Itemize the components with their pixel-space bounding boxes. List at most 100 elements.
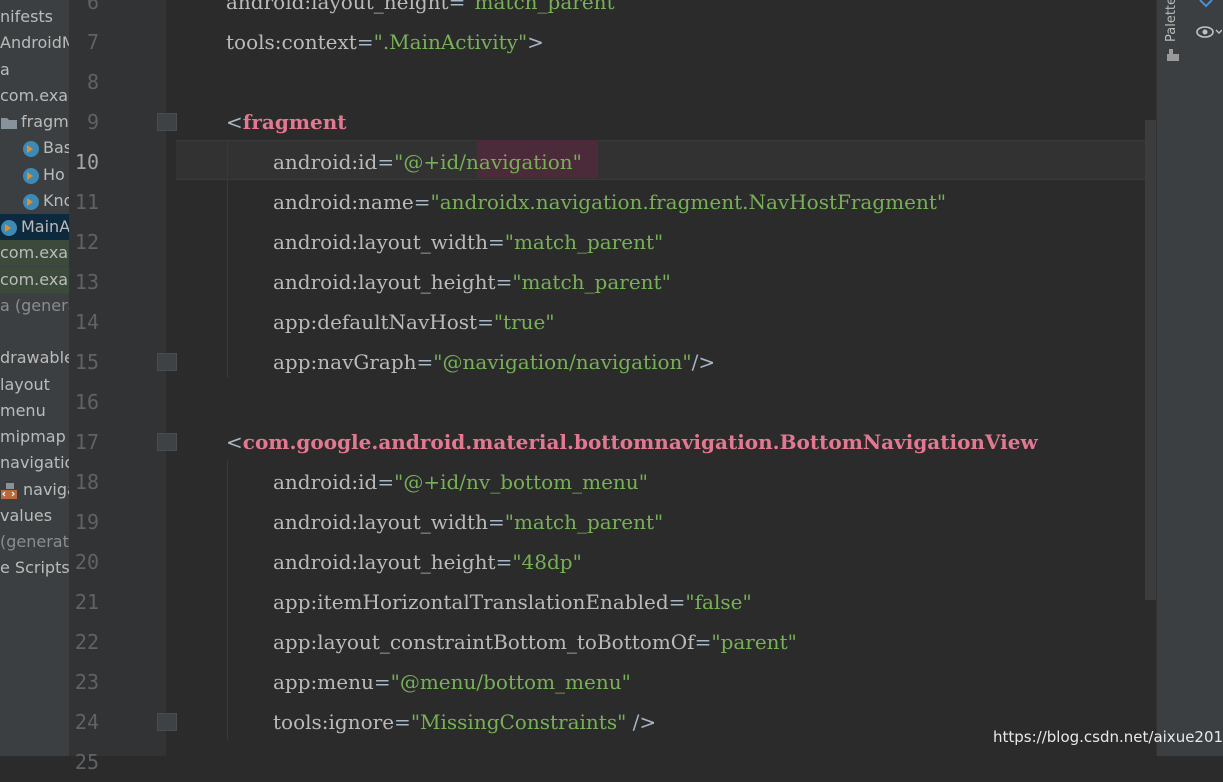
code-line-6[interactable]: android:layout_height="match_parent" [226, 0, 624, 22]
tree-item-fragment-folder[interactable]: fragme [0, 109, 69, 135]
tree-item-label: layout [0, 375, 50, 394]
tree-item-manifests[interactable]: nifests [0, 4, 53, 30]
editor-scrollbar[interactable] [1145, 120, 1156, 600]
code-line-10[interactable]: android:id="@+id/navigation" [273, 142, 582, 182]
navigation-graph-icon [1, 482, 17, 499]
kotlin-class-icon [23, 140, 39, 157]
code-line-21[interactable]: app:itemHorizontalTranslationEnabled="fa… [273, 582, 752, 622]
tree-item-navigation[interactable]: navigatio [0, 450, 69, 476]
design-toolbar[interactable] [1186, 0, 1223, 756]
tree-item-navigation-xml[interactable]: naviga [0, 477, 69, 503]
tree-item-gradle-scripts[interactable]: e Scripts [0, 555, 69, 581]
code-attr: android:layout_height [273, 550, 496, 574]
code-attr: android:layout_height [273, 270, 496, 294]
tree-item-mipmap[interactable]: mipmap [0, 424, 66, 450]
eye-icon[interactable] [1196, 24, 1222, 40]
line-number: 23 [74, 670, 99, 694]
tree-item-menu[interactable]: menu [0, 398, 46, 424]
line-number: 6 [86, 0, 99, 14]
tree-item-label: fragme [21, 112, 69, 131]
indent-guide [227, 140, 228, 378]
watermark-url: https://blog.csdn.net/aixue2017 [993, 728, 1223, 746]
code-attr: tools:context [226, 30, 357, 54]
kotlin-class-icon [23, 193, 39, 210]
code-value-highlighted: navigation [466, 150, 573, 174]
tree-item-package[interactable]: com.exan [0, 83, 69, 109]
kotlin-class-icon [23, 167, 39, 184]
line-number: 22 [74, 630, 99, 654]
code-line-18[interactable]: android:id="@+id/nv_bottom_menu" [273, 462, 648, 502]
palette-tab-label[interactable]: Palette [1164, 0, 1179, 42]
code-line-23[interactable]: app:menu="@menu/bottom_menu" [273, 662, 631, 702]
code-value: match_parent [521, 270, 662, 294]
tree-item-java[interactable]: a [0, 57, 10, 83]
tree-item-values[interactable]: values [0, 503, 52, 529]
code-value: .MainActivity [382, 30, 518, 54]
code-line-19[interactable]: android:layout_width="match_parent" [273, 502, 663, 542]
fold-marker-15[interactable] [157, 353, 177, 371]
code-attr: app:layout_constraintBottom_toBottomOf [273, 630, 695, 654]
fold-marker-17[interactable] [157, 433, 177, 451]
fold-marker-9[interactable] [157, 113, 177, 131]
code-line-15[interactable]: app:navGraph="@navigation/navigation"/> [273, 342, 715, 382]
code-value: @+id/nv_bottom_menu [403, 470, 639, 494]
line-number: 14 [74, 310, 99, 334]
tree-item-res-generated[interactable]: (generate [0, 529, 69, 555]
tree-item-label: Kno [43, 191, 69, 210]
tree-item-layout[interactable]: layout [0, 372, 50, 398]
line-number: 21 [74, 590, 99, 614]
tree-item-homefragment[interactable]: Ho [22, 162, 65, 188]
code-suffix: > [527, 30, 544, 54]
palette-icon [1167, 49, 1179, 61]
palette-tool-strip[interactable] [1156, 0, 1187, 756]
code-value: false [694, 590, 743, 614]
line-number: 12 [74, 230, 99, 254]
tree-item-mainactivity[interactable]: MainA [0, 214, 69, 240]
tree-item-package-test[interactable]: com.exan [0, 267, 69, 293]
line-number: 7 [86, 30, 99, 54]
code-line-22[interactable]: app:layout_constraintBottom_toBottomOf="… [273, 622, 797, 662]
line-number: 8 [86, 70, 99, 94]
code-line-17[interactable]: <com.google.android.material.bottomnavig… [226, 422, 1038, 462]
tree-item-java-generated[interactable]: a (generat [0, 293, 69, 319]
code-line-11[interactable]: android:name="androidx.navigation.fragme… [273, 182, 946, 222]
code-attr: android:name [273, 190, 414, 214]
tree-item-basefragment[interactable]: Bas [22, 135, 69, 161]
tree-item-label: (generate [0, 532, 69, 551]
project-tree[interactable]: nifests AndroidM a com.exan fragme Bas H… [0, 0, 69, 756]
tree-item-label: a (generat [0, 296, 69, 315]
code-attr: app:menu [273, 670, 374, 694]
code-attr: app:defaultNavHost [273, 310, 478, 334]
line-number: 13 [74, 270, 99, 294]
code-line-14[interactable]: app:defaultNavHost="true" [273, 302, 555, 342]
tree-item-label: drawable [0, 348, 69, 367]
line-number: 20 [74, 550, 99, 574]
code-tag: fragment [242, 110, 347, 134]
chevron-down-icon[interactable] [1198, 0, 1214, 10]
code-value: androidx.navigation.fragment.NavHostFrag… [439, 190, 937, 214]
tree-item-knowledgefragment[interactable]: Kno [22, 188, 69, 214]
code-attr: android:layout_height [226, 0, 449, 14]
code-line-9[interactable]: <fragment [226, 102, 347, 142]
code-tag: com.google.android.material.bottomnaviga… [242, 430, 1038, 454]
kotlin-class-icon [1, 219, 17, 236]
code-line-12[interactable]: android:layout_width="match_parent" [273, 222, 663, 262]
code-value: match_parent [474, 0, 615, 14]
folder-icon [1, 117, 17, 129]
code-line-20[interactable]: android:layout_height="48dp" [273, 542, 582, 582]
code-line-7[interactable]: tools:context=".MainActivity"> [226, 22, 544, 62]
tree-item-drawable[interactable]: drawable [0, 345, 69, 371]
indent-guide [227, 460, 228, 740]
code-line-13[interactable]: android:layout_height="match_parent" [273, 262, 671, 302]
code-value: @menu/bottom_menu [399, 670, 622, 694]
code-attr: android:id [273, 470, 378, 494]
line-number: 9 [86, 110, 99, 134]
code-line-24[interactable]: tools:ignore="MissingConstraints" /> [273, 702, 656, 742]
code-value: MissingConstraints [420, 710, 618, 734]
fold-marker-24[interactable] [157, 713, 177, 731]
tree-item-label: nifests [0, 7, 54, 26]
tree-item-package-androidtest[interactable]: com.exan [0, 240, 69, 266]
tree-item-androidmanifest[interactable]: AndroidM [0, 30, 69, 56]
line-number: 19 [74, 510, 99, 534]
code-value: match_parent [513, 230, 654, 254]
